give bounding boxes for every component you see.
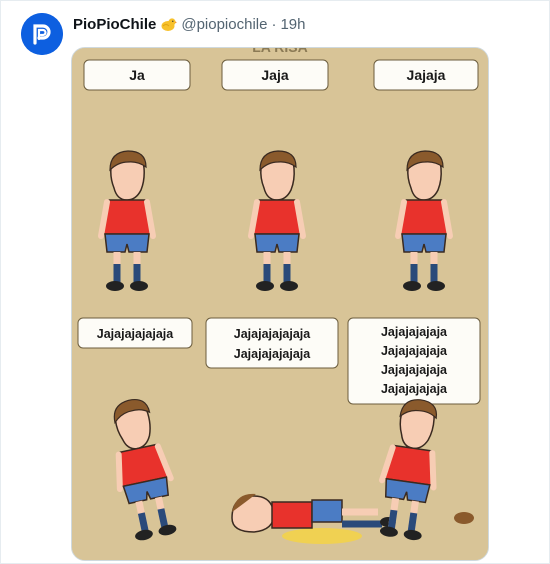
poop-drawing	[454, 512, 474, 524]
bubble-4-text: Jajajajajajaja	[97, 327, 175, 341]
meme-comic: LA RISA Ja Jaja Jajaja Jajajajajajaja	[72, 48, 488, 560]
bubble-1-text: Ja	[129, 67, 145, 83]
tweet-header: PioPioChile @piopiochile · 19h	[73, 14, 306, 34]
tweet-timestamp[interactable]: 19h	[280, 16, 305, 33]
bubble-6-line-1: Jajajajajaja	[381, 325, 448, 339]
tweet-image[interactable]: LA RISA Ja Jaja Jajaja Jajajajajajaja	[71, 47, 489, 561]
bubble-3-text: Jajaja	[407, 67, 446, 83]
speech-bubble-2: Jaja	[221, 59, 329, 91]
speech-bubble-3: Jajaja	[373, 59, 479, 91]
separator-dot: ·	[271, 15, 277, 33]
svg-text:LA RISA: LA RISA	[252, 48, 307, 55]
bubble-6-line-3: Jajajajajaja	[381, 363, 448, 377]
bubble-6-line-2: Jajajajajaja	[381, 344, 448, 358]
speech-bubble-5: Jajajajajajaja Jajajajajajaja	[205, 317, 339, 369]
speech-bubble-6: Jajajajajaja Jajajajajaja Jajajajajaja J…	[347, 317, 481, 405]
author-avatar[interactable]	[21, 13, 63, 55]
bubble-2-text: Jaja	[261, 67, 288, 83]
bubble-6-line-4: Jajajajajaja	[381, 382, 448, 396]
bubble-5-line-2: Jajajajajajaja	[234, 347, 312, 361]
speech-bubble-1: Ja	[83, 59, 191, 91]
chick-icon	[160, 17, 178, 32]
speech-bubble-4: Jajajajajajaja	[77, 317, 193, 349]
piopio-logo-icon	[21, 13, 63, 55]
tweet-card[interactable]: PioPioChile @piopiochile · 19h Ja Jaja J…	[0, 0, 550, 564]
author-handle[interactable]: @piopiochile	[181, 16, 267, 33]
bubble-5-line-1: Jajajajajajaja	[234, 327, 312, 341]
author-name[interactable]: PioPioChile	[73, 16, 156, 33]
